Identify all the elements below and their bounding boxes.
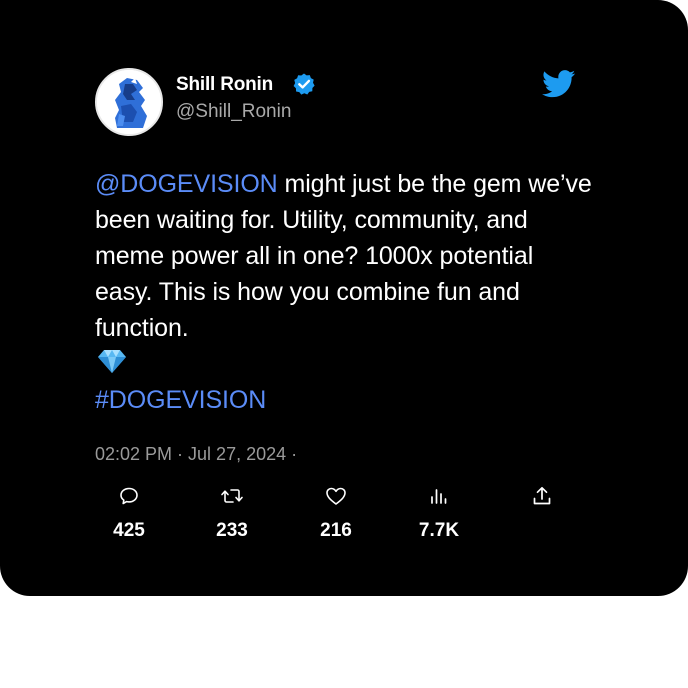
reply-icon	[120, 487, 138, 505]
share-button[interactable]	[502, 484, 582, 508]
twitter-bird-icon	[542, 70, 576, 98]
reply-button[interactable]: 425	[89, 484, 169, 542]
tweet-text: @DOGEVISION might just be the gem we’ve …	[95, 166, 595, 418]
tweet-card: Shill Ronin @Shill_Ronin @DOGEVISION mig…	[0, 0, 688, 596]
like-button[interactable]: 216	[296, 484, 376, 542]
retweet-button[interactable]: 233	[192, 484, 272, 542]
like-count: 216	[320, 520, 352, 541]
avatar-image	[97, 70, 161, 134]
gem-stone-icon	[98, 350, 126, 373]
user-handle[interactable]: @Shill_Ronin	[176, 100, 291, 124]
mention-link[interactable]: @DOGEVISION	[95, 170, 278, 198]
display-name[interactable]: Shill Ronin	[176, 73, 273, 97]
retweet-count: 233	[216, 520, 248, 541]
views-button[interactable]: 7.7K	[399, 484, 479, 542]
emoji-line	[95, 346, 595, 382]
views-count: 7.7K	[418, 520, 460, 541]
timestamp[interactable]: 02:02 PM · Jul 27, 2024 ·	[95, 442, 297, 466]
views-icon	[431, 489, 447, 504]
verified-badge-icon	[293, 73, 315, 95]
reply-count: 425	[113, 520, 145, 541]
hashtag-link[interactable]: #DOGEVISION	[95, 382, 595, 418]
heart-icon	[326, 487, 346, 505]
share-icon	[533, 486, 551, 505]
retweet-icon	[221, 489, 243, 503]
avatar[interactable]	[95, 68, 163, 136]
